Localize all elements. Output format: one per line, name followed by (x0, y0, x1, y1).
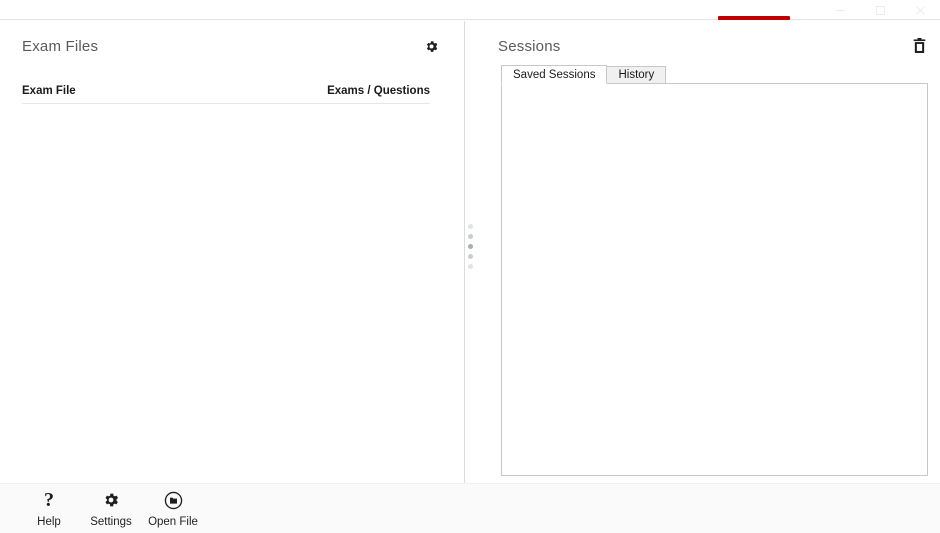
close-button[interactable] (900, 0, 940, 20)
gear-icon (102, 489, 120, 511)
tab-history-label: History (618, 69, 655, 81)
open-file-button-label: Open File (148, 516, 198, 528)
tab-saved-sessions-label: Saved Sessions (513, 68, 596, 81)
maximize-button[interactable] (860, 0, 900, 20)
exam-files-list[interactable] (22, 113, 430, 477)
sessions-header: Sessions (498, 33, 930, 59)
page-title: Exam Files (22, 37, 99, 55)
gear-icon[interactable] (420, 35, 442, 57)
column-header-exams-questions: Exams / Questions (327, 85, 430, 97)
sessions-title: Sessions (498, 37, 561, 55)
exam-files-table-header: Exam File Exams / Questions (22, 85, 430, 104)
question-mark-glyph: ? (44, 489, 54, 511)
open-file-button[interactable]: Open File (142, 489, 204, 528)
empty-state (22, 113, 430, 477)
open-file-icon (164, 489, 183, 511)
exam-files-header: Exam Files (22, 33, 442, 59)
minimize-button[interactable] (820, 0, 860, 20)
sessions-tabs: Saved Sessions History (501, 65, 667, 84)
settings-button[interactable]: Settings (80, 489, 142, 528)
accent-progress-bar (718, 16, 790, 20)
main-content: Exam Files Exam File Exams / Questions S… (0, 21, 940, 483)
settings-button-label: Settings (90, 516, 132, 528)
bottom-toolbar: ? Help Settings Open File (0, 483, 940, 533)
title-bar (0, 0, 940, 20)
help-button-label: Help (37, 516, 61, 528)
window-controls (820, 0, 940, 20)
help-button[interactable]: ? Help (18, 489, 80, 528)
sessions-tab-panel[interactable] (501, 83, 928, 476)
tab-history[interactable]: History (606, 66, 667, 84)
exam-files-panel: Exam Files Exam File Exams / Questions (0, 21, 464, 483)
trash-icon[interactable] (908, 35, 930, 57)
column-header-exam-file: Exam File (22, 85, 76, 97)
question-mark-icon: ? (44, 489, 54, 511)
tab-saved-sessions[interactable]: Saved Sessions (501, 65, 608, 84)
